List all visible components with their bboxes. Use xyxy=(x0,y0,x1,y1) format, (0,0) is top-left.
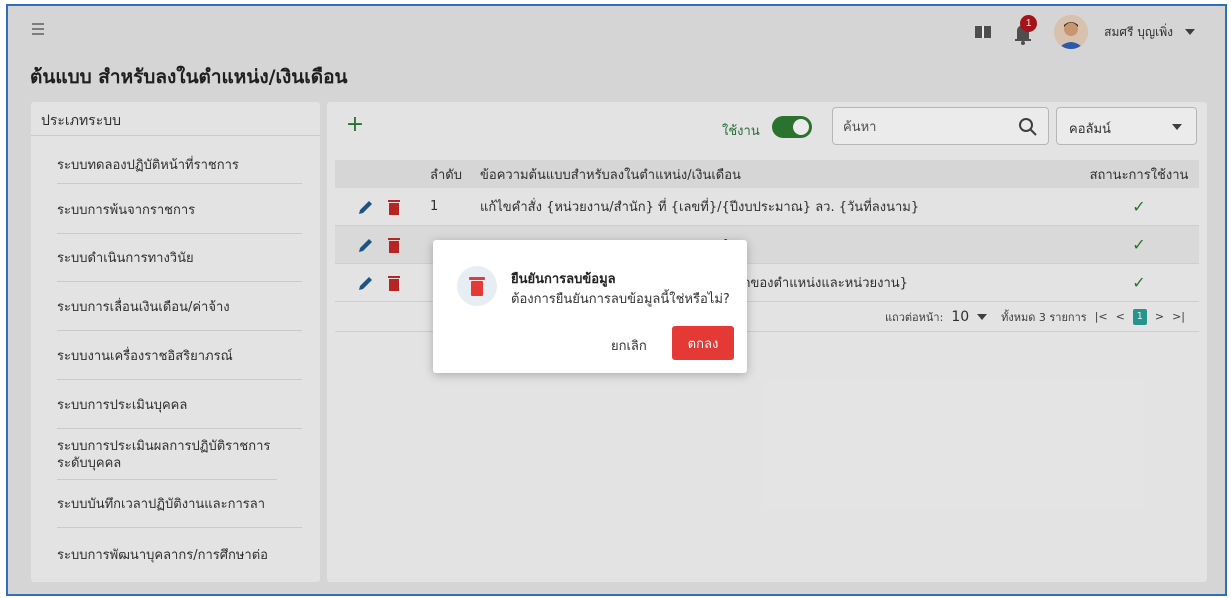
dialog-title: ยืนยันการลบข้อมูล xyxy=(511,272,616,287)
dialog-message: ต้องการยืนยันการลบข้อมูลนี้ใช่หรือไม่? xyxy=(511,292,730,307)
confirm-delete-dialog: ยืนยันการลบข้อมูล ต้องการยืนยันการลบข้อม… xyxy=(433,240,747,373)
trash-icon xyxy=(457,266,497,306)
cancel-button[interactable]: ยกเลิก xyxy=(611,335,647,356)
app-frame: 1 สมศรี บุญเพิ่ง ต้นแบบ สำหรับลงในตำแหน่… xyxy=(6,4,1227,596)
confirm-button[interactable]: ตกลง xyxy=(672,326,734,360)
